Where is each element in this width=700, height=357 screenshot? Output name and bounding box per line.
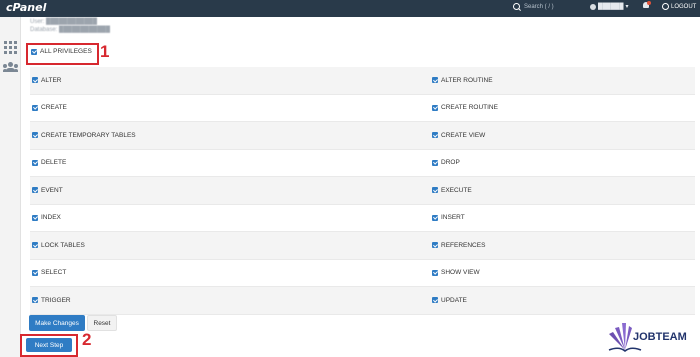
apps-grid-icon[interactable] (4, 41, 17, 54)
privilege-row: LOCK TABLES REFERENCES (30, 232, 695, 260)
checkbox-checked-icon[interactable] (432, 242, 438, 249)
checkbox-checked-icon[interactable] (432, 77, 438, 84)
checkbox-checked-icon[interactable] (432, 214, 438, 221)
checkbox-checked-icon[interactable] (32, 269, 38, 276)
privilege-lock-tables[interactable]: LOCK TABLES (30, 242, 430, 249)
left-sidebar (0, 17, 21, 357)
privilege-trigger[interactable]: TRIGGER (30, 297, 430, 304)
step-number-1: 1 (100, 42, 110, 61)
privilege-delete[interactable]: DELETE (30, 159, 430, 166)
search-input[interactable]: Search ( / ) (524, 4, 554, 10)
checkbox-checked-icon[interactable] (432, 132, 438, 139)
checkbox-checked-icon[interactable] (432, 159, 438, 166)
privilege-insert[interactable]: INSERT (430, 214, 692, 221)
checkbox-checked-icon[interactable] (32, 132, 38, 139)
privilege-create-view[interactable]: CREATE VIEW (430, 132, 692, 139)
search-icon (513, 3, 520, 10)
database-line: Database: ████████████ (30, 27, 111, 33)
checkbox-checked-icon[interactable] (32, 104, 38, 111)
power-icon (662, 3, 669, 10)
privilege-row: TRIGGER UPDATE (30, 287, 695, 315)
checkbox-checked-icon[interactable] (432, 269, 438, 276)
privilege-row: SELECT SHOW VIEW (30, 260, 695, 287)
reset-button[interactable]: Reset (87, 315, 117, 331)
cpanel-logo[interactable]: cPanel (6, 1, 46, 14)
notification-badge (647, 1, 651, 5)
user-menu[interactable]: ██████ ▾ (590, 3, 629, 10)
privilege-row: EVENT EXECUTE (30, 177, 695, 205)
privilege-row: CREATE TEMPORARY TABLES CREATE VIEW (30, 122, 695, 150)
logout-button[interactable]: LOGOUT (662, 3, 696, 10)
privilege-execute[interactable]: EXECUTE (430, 187, 692, 194)
privilege-alter[interactable]: ALTER (30, 77, 430, 84)
privilege-select[interactable]: SELECT (30, 269, 430, 276)
privilege-event[interactable]: EVENT (30, 187, 430, 194)
privilege-alter-routine[interactable]: ALTER ROUTINE (430, 77, 692, 84)
logout-label: LOGOUT (671, 3, 697, 10)
privilege-create[interactable]: CREATE (30, 104, 430, 111)
username-label: ██████ (598, 3, 624, 10)
checkbox-checked-icon[interactable] (32, 159, 38, 166)
privilege-update[interactable]: UPDATE (430, 297, 692, 304)
privilege-create-temporary-tables[interactable]: CREATE TEMPORARY TABLES (30, 132, 430, 139)
user-icon (590, 3, 596, 10)
highlight-box-step2 (20, 334, 78, 357)
checkbox-checked-icon[interactable] (32, 242, 38, 249)
privilege-row: INDEX INSERT (30, 205, 695, 232)
privilege-row: DELETE DROP (30, 150, 695, 177)
privilege-drop[interactable]: DROP (430, 159, 692, 166)
privilege-references[interactable]: REFERENCES (430, 242, 692, 249)
privileges-list: ALTER ALTER ROUTINE CREATE CREATE ROUTIN… (30, 67, 695, 315)
checkbox-checked-icon[interactable] (432, 104, 438, 111)
privilege-row: CREATE CREATE ROUTINE (30, 95, 695, 122)
privilege-create-routine[interactable]: CREATE ROUTINE (430, 104, 692, 111)
search-box[interactable]: Search ( / ) (513, 3, 554, 10)
checkbox-checked-icon[interactable] (32, 187, 38, 194)
highlight-box-step1 (26, 43, 99, 65)
checkbox-checked-icon[interactable] (32, 77, 38, 84)
checkbox-checked-icon[interactable] (32, 297, 38, 304)
checkbox-checked-icon[interactable] (432, 187, 438, 194)
privilege-row: ALTER ALTER ROUTINE (30, 67, 695, 95)
checkbox-checked-icon[interactable] (432, 297, 438, 304)
users-icon[interactable] (3, 62, 18, 72)
step-number-2: 2 (82, 330, 92, 349)
user-line: User: ████████████ (30, 19, 98, 25)
privilege-show-view[interactable]: SHOW VIEW (430, 269, 692, 276)
jobteam-watermark: JOBTEAM (633, 331, 687, 343)
checkbox-checked-icon[interactable] (32, 214, 38, 221)
make-changes-button[interactable]: Make Changes (29, 315, 85, 331)
top-bar: cPanel Search ( / ) ██████ ▾ LOGOUT (0, 0, 700, 17)
privilege-index[interactable]: INDEX (30, 214, 430, 221)
chevron-down-icon: ▾ (625, 4, 629, 10)
notifications-button[interactable] (643, 1, 651, 10)
